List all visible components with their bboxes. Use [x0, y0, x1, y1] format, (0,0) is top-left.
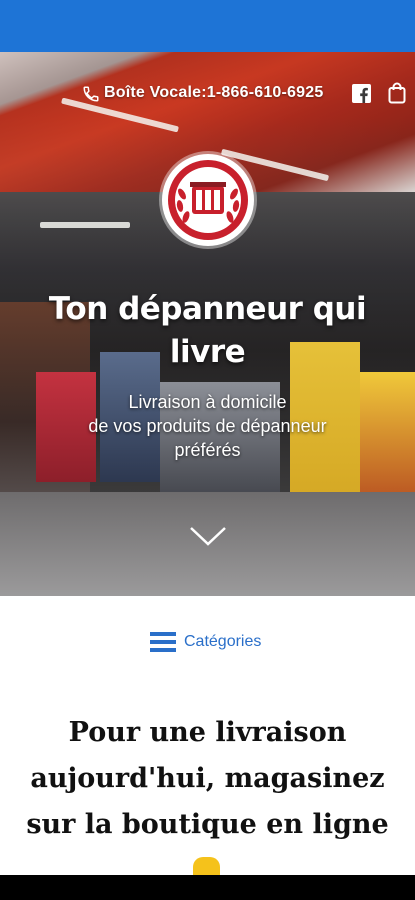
logo-emblem-icon [168, 160, 248, 240]
yellow-decoration [193, 857, 220, 875]
voicemail-phone-number[interactable]: Boîte Vocale:1-866-610-6925 [104, 84, 323, 102]
online-store-heading: Pour une livraison aujourd'hui, magasine… [26, 717, 389, 840]
system-nav-bar [0, 875, 415, 900]
hero-subtitle: Livraison à domicile de vos produits de … [40, 390, 375, 462]
phone-icon[interactable] [82, 85, 100, 103]
categories-link[interactable]: Catégories [184, 633, 261, 651]
status-bar [0, 0, 415, 52]
hero-subtitle-line: préférés [174, 440, 241, 460]
hero-subtitle-line: de vos produits de dépanneur [88, 416, 327, 436]
ceiling-light [40, 222, 130, 228]
hero-title: Ton dépanneur qui livre [48, 291, 367, 370]
chevron-down-icon[interactable] [188, 524, 228, 548]
store-logo[interactable] [162, 154, 254, 246]
hero-subtitle-line: Livraison à domicile [128, 392, 287, 412]
shopping-bag-icon[interactable] [388, 82, 406, 104]
facebook-icon[interactable] [352, 84, 371, 103]
menu-icon[interactable] [150, 632, 176, 652]
